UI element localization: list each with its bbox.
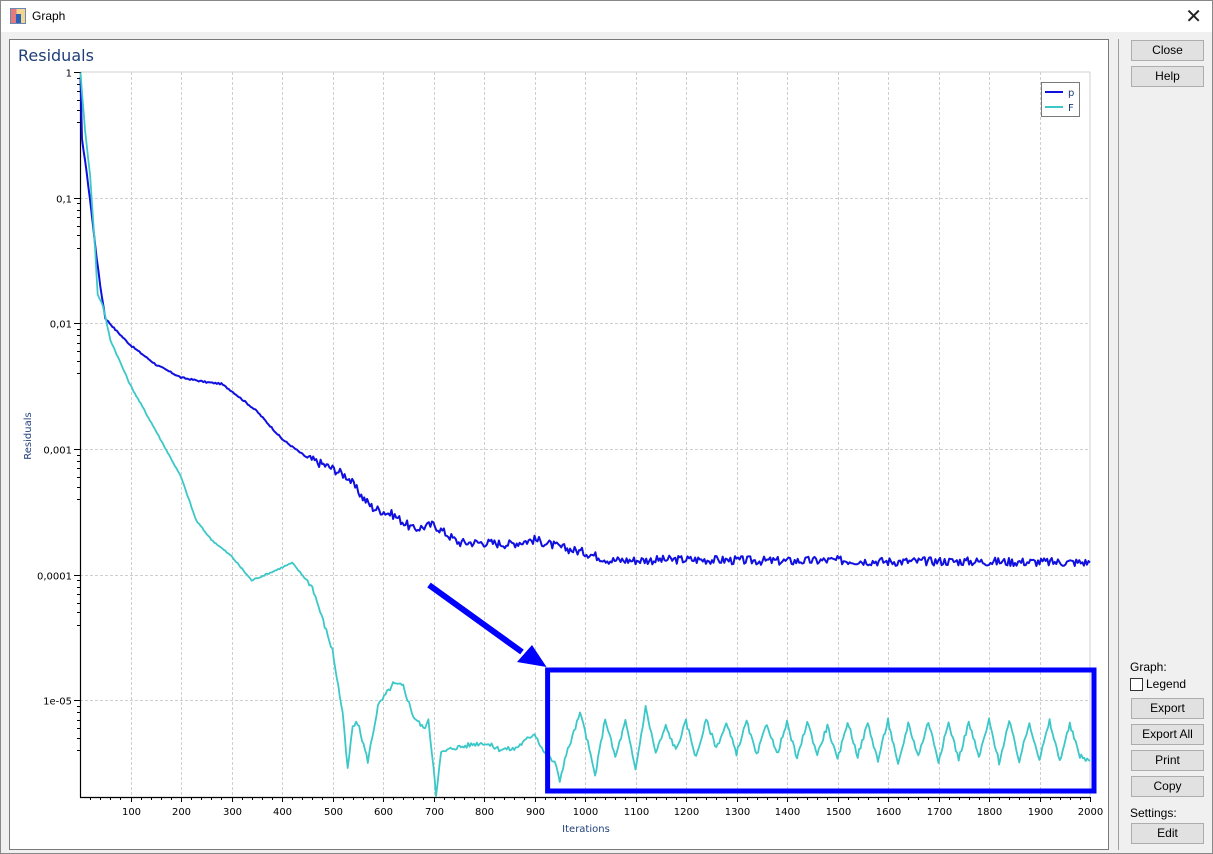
plot-area-frame xyxy=(9,39,1109,850)
settings-section-label: Settings: xyxy=(1130,806,1177,820)
title-bar: Graph ✕ xyxy=(1,1,1212,32)
graph-section-label: Graph: xyxy=(1130,660,1167,674)
copy-button[interactable]: Copy xyxy=(1131,776,1204,797)
edit-settings-button[interactable]: Edit xyxy=(1131,823,1204,844)
export-button[interactable]: Export xyxy=(1131,698,1204,719)
close-icon[interactable]: ✕ xyxy=(1185,4,1202,28)
close-button[interactable]: Close xyxy=(1131,40,1204,61)
graph-app-icon xyxy=(10,8,26,24)
legend-checkbox[interactable] xyxy=(1130,678,1143,691)
print-button[interactable]: Print xyxy=(1131,750,1204,771)
legend-checkbox-label[interactable]: Legend xyxy=(1146,677,1186,691)
help-button[interactable]: Help xyxy=(1131,66,1204,87)
panel-separator xyxy=(1118,39,1119,850)
export-all-button[interactable]: Export All xyxy=(1131,724,1204,745)
window-title: Graph xyxy=(32,9,66,23)
